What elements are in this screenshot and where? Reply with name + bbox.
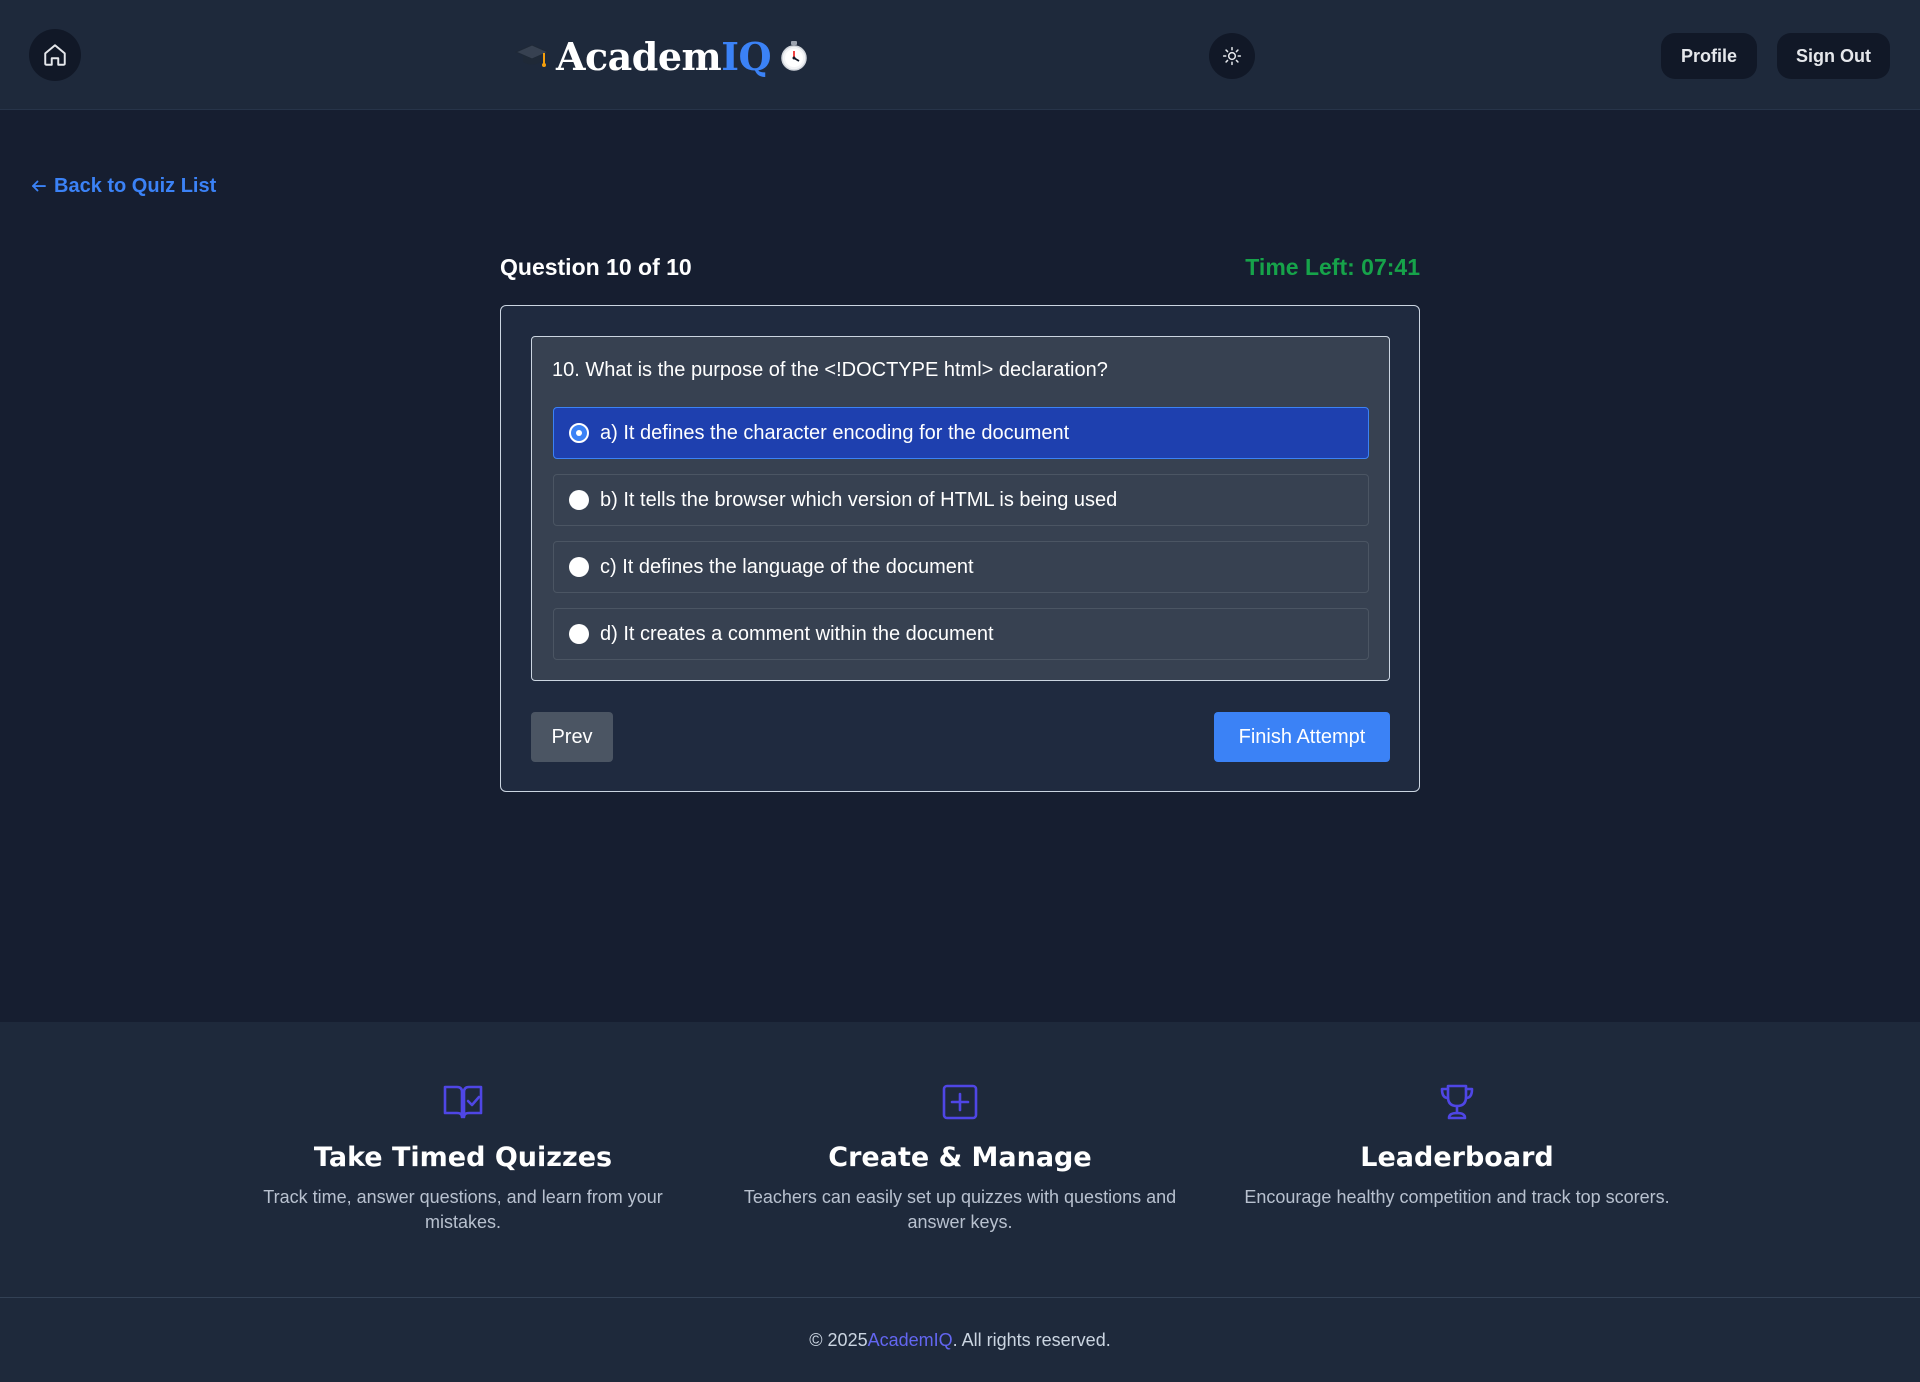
page-footer: © 2025 AcademIQ. All rights reserved. xyxy=(0,1297,1920,1382)
option-label: d) It creates a comment within the docum… xyxy=(600,622,994,645)
feature-take-timed-quizzes: Take Timed Quizzes Track time, answer qu… xyxy=(243,1080,683,1235)
home-icon xyxy=(44,44,66,66)
question-text: 10. What is the purpose of the <!DOCTYPE… xyxy=(552,359,1108,381)
back-link-label: Back to Quiz List xyxy=(54,174,217,197)
copyright-prefix: © 2025 xyxy=(809,1329,868,1350)
time-left-label: Time Left: xyxy=(1245,254,1355,280)
plus-square-icon xyxy=(740,1080,1180,1124)
radio-button[interactable] xyxy=(569,490,589,510)
option-label: c) It defines the language of the docume… xyxy=(600,555,974,578)
option-label: a) It defines the character encoding for… xyxy=(600,421,1070,444)
radio-button[interactable] xyxy=(569,557,589,577)
feature-title: Take Timed Quizzes xyxy=(313,1142,613,1173)
feature-description: Track time, answer questions, and learn … xyxy=(263,1187,663,1232)
prev-button[interactable]: Prev xyxy=(531,712,613,762)
finish-attempt-button[interactable]: Finish Attempt xyxy=(1214,712,1390,762)
feature-leaderboard: Leaderboard Encourage healthy competitio… xyxy=(1237,1080,1677,1210)
radio-button[interactable] xyxy=(569,624,589,644)
option-label: b) It tells the browser which version of… xyxy=(600,488,1118,511)
feature-create-manage: Create & Manage Teachers can easily set … xyxy=(740,1080,1180,1235)
top-header: AcademIQ Profile Sign Out xyxy=(0,0,1920,110)
question-counter: Question 10 of 10 xyxy=(500,254,692,280)
answer-option-a[interactable]: a) It defines the character encoding for… xyxy=(553,407,1369,459)
feature-title: Create & Manage xyxy=(828,1142,1092,1173)
stopwatch-icon xyxy=(777,39,811,73)
feature-description: Encourage healthy competition and track … xyxy=(1244,1187,1670,1207)
profile-button[interactable]: Profile xyxy=(1661,33,1757,79)
graduation-cap-icon xyxy=(514,38,550,74)
app-logo[interactable]: AcademIQ xyxy=(514,30,811,82)
answer-option-c[interactable]: c) It defines the language of the docume… xyxy=(553,541,1369,593)
question-box: 10. What is the purpose of the <!DOCTYPE… xyxy=(531,336,1390,681)
footer-brand-link[interactable]: AcademIQ xyxy=(868,1330,953,1351)
arrow-left-icon xyxy=(32,180,46,192)
logo-text-part1: Academ xyxy=(556,33,722,79)
logo-text: AcademIQ xyxy=(556,33,772,79)
logo-text-part2: IQ xyxy=(721,33,772,79)
answer-option-d[interactable]: d) It creates a comment within the docum… xyxy=(553,608,1369,660)
sign-out-button[interactable]: Sign Out xyxy=(1777,33,1890,79)
copyright-suffix: . All rights reserved. xyxy=(952,1329,1111,1350)
home-button[interactable] xyxy=(29,29,81,81)
feature-title: Leaderboard xyxy=(1360,1142,1554,1173)
trophy-icon xyxy=(1237,1080,1677,1124)
back-to-quiz-list-link[interactable]: Back to Quiz List xyxy=(30,172,216,200)
sun-icon xyxy=(1222,46,1242,66)
book-check-icon xyxy=(243,1080,683,1124)
answer-option-b[interactable]: b) It tells the browser which version of… xyxy=(553,474,1369,526)
features-section: Take Timed Quizzes Track time, answer qu… xyxy=(0,1022,1920,1297)
time-left: Time Left: 07:41 xyxy=(1245,254,1420,281)
quiz-card: 10. What is the purpose of the <!DOCTYPE… xyxy=(500,305,1420,792)
feature-description: Teachers can easily set up quizzes with … xyxy=(743,1187,1177,1232)
theme-toggle-button[interactable] xyxy=(1209,33,1255,79)
radio-button[interactable] xyxy=(569,423,589,443)
time-left-value: 07:41 xyxy=(1361,254,1420,280)
